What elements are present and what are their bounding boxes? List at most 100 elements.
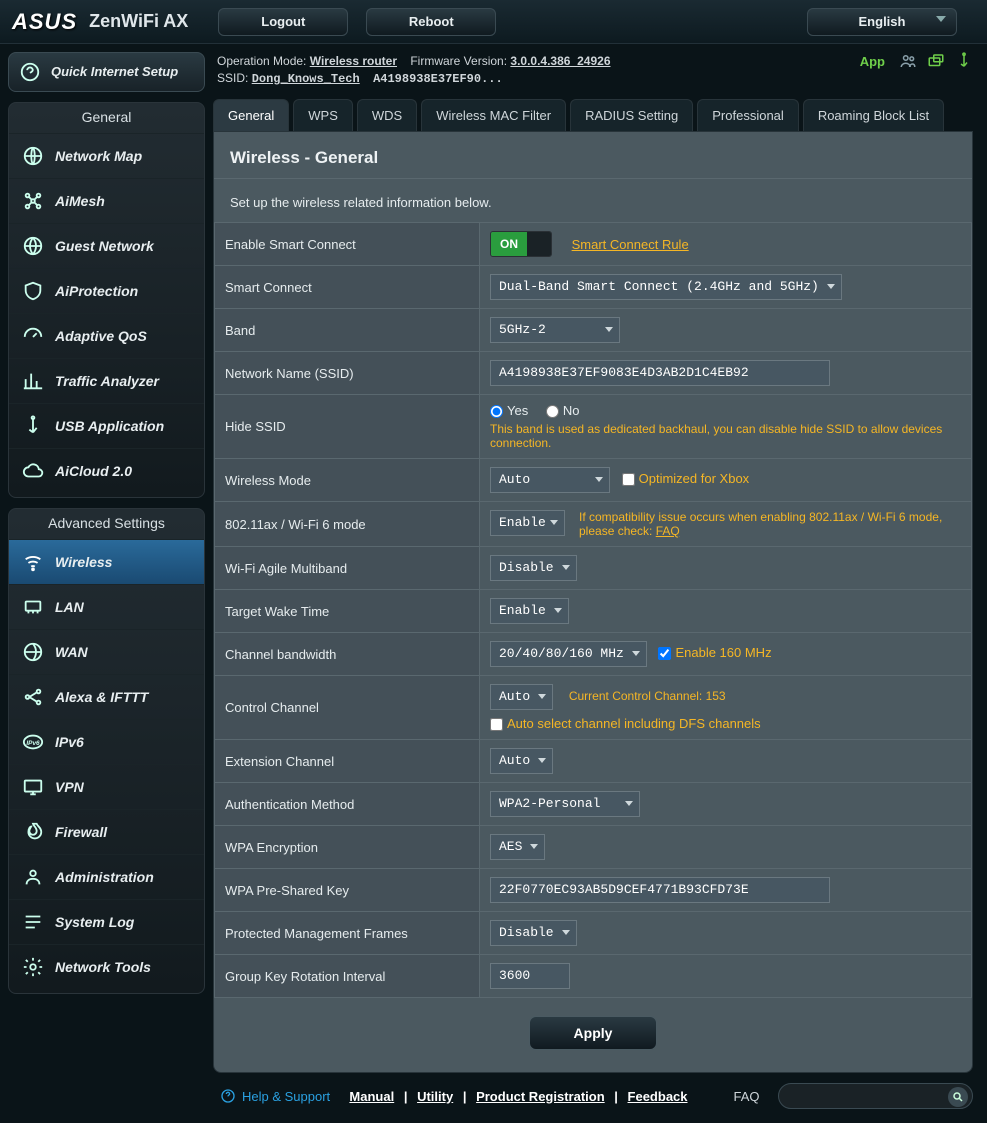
- footer-link-feedback[interactable]: Feedback: [628, 1089, 688, 1104]
- sidebar-item-adaptive-qos[interactable]: Adaptive QoS: [9, 313, 204, 358]
- sidebar-item-wan[interactable]: WAN: [9, 629, 204, 674]
- pmf-select[interactable]: Disable: [490, 920, 577, 946]
- select-value: Enable: [499, 603, 546, 618]
- sidebar-item-firewall[interactable]: Firewall: [9, 809, 204, 854]
- usb-icon: [21, 414, 45, 438]
- sidebar-item-vpn[interactable]: VPN: [9, 764, 204, 809]
- tab-wds[interactable]: WDS: [357, 99, 417, 131]
- help-icon: [220, 1088, 236, 1104]
- xbox-checkbox[interactable]: [622, 473, 635, 486]
- reboot-button[interactable]: Reboot: [366, 8, 496, 36]
- select-value: Auto: [499, 689, 530, 704]
- band-select[interactable]: 5GHz-2: [490, 317, 620, 343]
- tab-professional[interactable]: Professional: [697, 99, 799, 131]
- language-select[interactable]: English: [807, 8, 957, 36]
- cloud-icon: [21, 459, 45, 483]
- sidebar-item-lan[interactable]: LAN: [9, 584, 204, 629]
- footer-link-manual[interactable]: Manual: [349, 1089, 394, 1104]
- sidebar-item-traffic-analyzer[interactable]: Traffic Analyzer: [9, 358, 204, 403]
- chevron-down-icon: [562, 565, 570, 570]
- dfs-option[interactable]: Auto select channel including DFS channe…: [490, 716, 761, 731]
- hide-ssid-yes[interactable]: Yes: [490, 403, 528, 418]
- sidebar-item-usb-application[interactable]: USB Application: [9, 403, 204, 448]
- sidebar-item-network-map[interactable]: Network Map: [9, 133, 204, 178]
- sidebar-item-label: IPv6: [55, 734, 84, 750]
- smart-connect-select[interactable]: Dual-Band Smart Connect (2.4GHz and 5GHz…: [490, 274, 842, 300]
- usb-status-icon[interactable]: [955, 52, 973, 70]
- tab-bar: General WPS WDS Wireless MAC Filter RADI…: [213, 99, 973, 131]
- twt-select[interactable]: Enable: [490, 598, 569, 624]
- xbox-option[interactable]: Optimized for Xbox: [622, 471, 750, 486]
- footer-faq-label: FAQ: [734, 1089, 760, 1104]
- ext-channel-select[interactable]: Auto: [490, 748, 553, 774]
- wireless-mode-select[interactable]: Auto: [490, 467, 610, 493]
- quick-internet-setup[interactable]: Quick Internet Setup: [8, 52, 205, 92]
- chevron-down-icon: [538, 758, 546, 763]
- apply-button[interactable]: Apply: [529, 1016, 658, 1050]
- sidebar-item-alexa-ifttt[interactable]: Alexa & IFTTT: [9, 674, 204, 719]
- network-status-icon[interactable]: [927, 52, 945, 70]
- tab-roaming-block[interactable]: Roaming Block List: [803, 99, 944, 131]
- chevron-down-icon: [554, 608, 562, 613]
- sidebar-item-network-tools[interactable]: Network Tools: [9, 944, 204, 989]
- nodes-icon: [21, 685, 45, 709]
- sidebar-item-aimesh[interactable]: AiMesh: [9, 178, 204, 223]
- tab-wps[interactable]: WPS: [293, 99, 353, 131]
- smart-connect-rule-link[interactable]: Smart Connect Rule: [572, 237, 689, 252]
- sidebar-item-label: Adaptive QoS: [55, 328, 147, 344]
- sidebar-item-administration[interactable]: Administration: [9, 854, 204, 899]
- users-icon[interactable]: [899, 52, 917, 70]
- shield-icon: [21, 279, 45, 303]
- bandwidth-select[interactable]: 20/40/80/160 MHz: [490, 641, 647, 667]
- hide-ssid-no[interactable]: No: [546, 403, 580, 418]
- sidebar-item-label: Firewall: [55, 824, 107, 840]
- gauge-icon: [21, 324, 45, 348]
- faq-link[interactable]: FAQ: [656, 524, 680, 538]
- ax-mode-select[interactable]: Enable: [490, 510, 565, 536]
- sidebar-item-aicloud[interactable]: AiCloud 2.0: [9, 448, 204, 493]
- fw-link[interactable]: 3.0.0.4.386_24926: [510, 54, 610, 68]
- app-link[interactable]: App: [860, 54, 885, 69]
- sidebar-item-ipv6[interactable]: IPv6 IPv6: [9, 719, 204, 764]
- sidebar-item-wireless[interactable]: Wireless: [9, 539, 204, 584]
- footer-link-utility[interactable]: Utility: [417, 1089, 453, 1104]
- op-mode-link[interactable]: Wireless router: [310, 54, 397, 68]
- ax-help: If compatibility issue occurs when enabl…: [579, 510, 961, 538]
- tab-mac-filter[interactable]: Wireless MAC Filter: [421, 99, 566, 131]
- auth-method-select[interactable]: WPA2-Personal: [490, 791, 640, 817]
- qis-label: Quick Internet Setup: [51, 65, 178, 79]
- gear-icon: [21, 955, 45, 979]
- tab-general[interactable]: General: [213, 99, 289, 131]
- sidebar-general-head: General: [9, 103, 204, 133]
- enable-160-option[interactable]: Enable 160 MHz: [658, 645, 771, 660]
- select-value: Disable: [499, 925, 554, 940]
- wpa-encryption-label: WPA Encryption: [215, 826, 480, 869]
- current-channel-text: Current Control Channel: 153: [569, 689, 726, 703]
- agile-select[interactable]: Disable: [490, 555, 577, 581]
- radio-no[interactable]: [546, 405, 559, 418]
- sidebar-item-system-log[interactable]: System Log: [9, 899, 204, 944]
- monitor-icon: [21, 775, 45, 799]
- tab-radius[interactable]: RADIUS Setting: [570, 99, 693, 131]
- footer-search[interactable]: [778, 1083, 973, 1109]
- wpa-encryption-select[interactable]: AES: [490, 834, 545, 860]
- sidebar-item-guest-network[interactable]: Guest Network: [9, 223, 204, 268]
- sidebar-item-label: Administration: [55, 869, 154, 885]
- sidebar-item-label: Alexa & IFTTT: [55, 689, 148, 705]
- smart-connect-toggle[interactable]: ON: [490, 231, 552, 257]
- ext-channel-label: Extension Channel: [215, 740, 480, 783]
- sidebar-item-aiprotection[interactable]: AiProtection: [9, 268, 204, 313]
- ssid-input[interactable]: A4198938E37EF9083E4D3AB2D1C4EB92: [490, 360, 830, 386]
- radio-yes[interactable]: [490, 405, 503, 418]
- enable-160-checkbox[interactable]: [658, 647, 671, 660]
- logout-button[interactable]: Logout: [218, 8, 348, 36]
- agile-label: Wi-Fi Agile Multiband: [215, 547, 480, 590]
- dfs-checkbox[interactable]: [490, 718, 503, 731]
- svg-text:IPv6: IPv6: [26, 740, 40, 747]
- group-key-input[interactable]: 3600: [490, 963, 570, 989]
- control-channel-select[interactable]: Auto: [490, 684, 553, 710]
- psk-input[interactable]: 22F0770EC93AB5D9CEF4771B93CFD73E: [490, 877, 830, 903]
- panel-title: Wireless - General: [214, 132, 972, 179]
- list-icon: [21, 910, 45, 934]
- footer-link-registration[interactable]: Product Registration: [476, 1089, 605, 1104]
